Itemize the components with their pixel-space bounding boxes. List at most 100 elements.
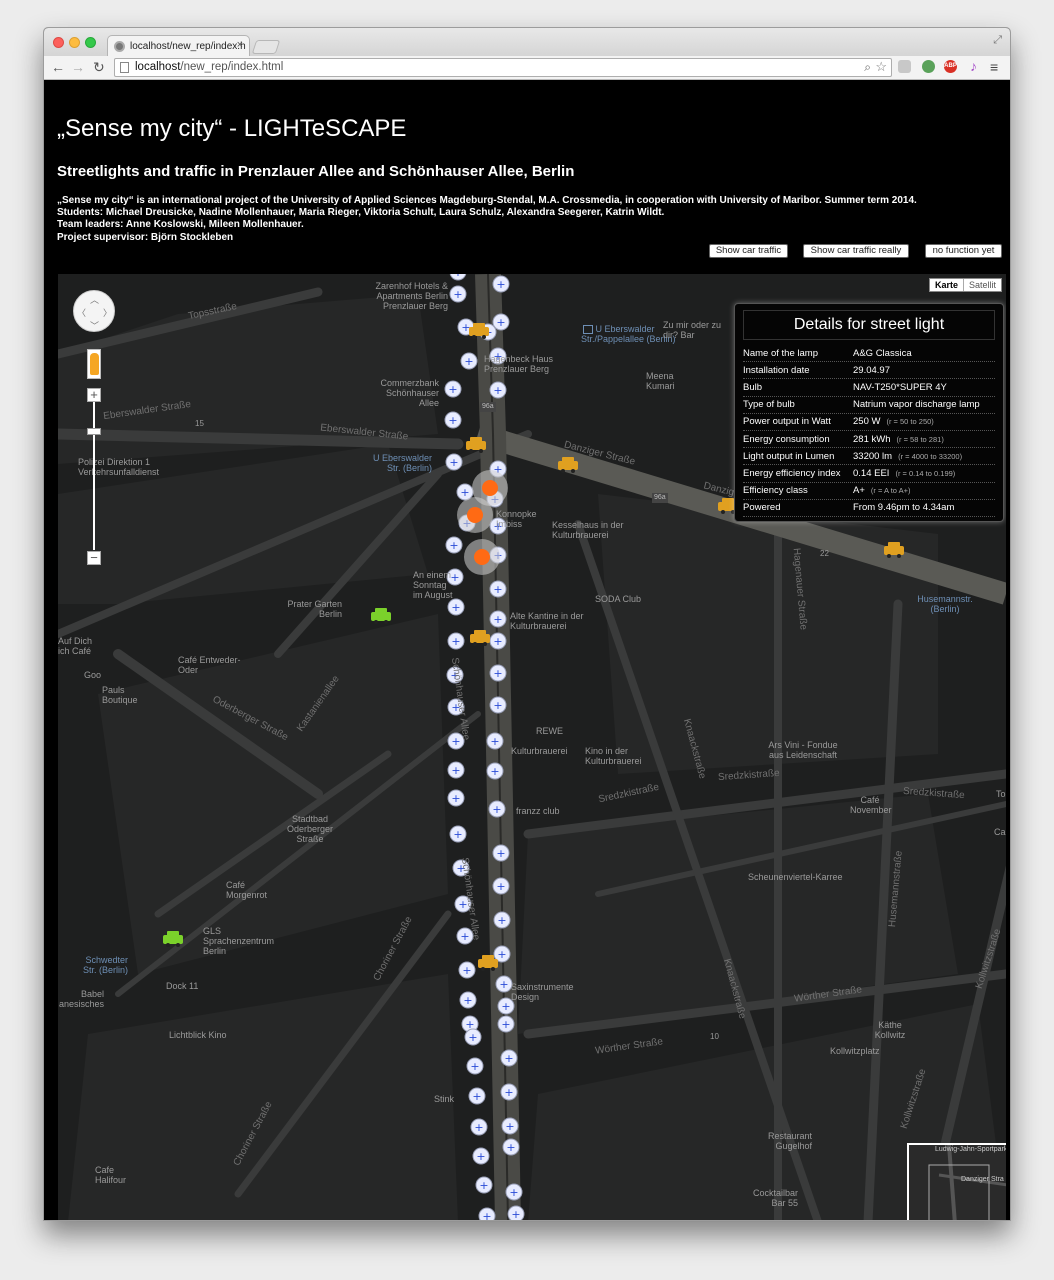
browser-tab[interactable]: localhost/new_rep/index.h ×	[107, 35, 250, 56]
active-lamp[interactable]	[467, 507, 483, 523]
car-body	[558, 461, 578, 470]
lamp-plus-icon: +	[511, 1208, 520, 1221]
map-type-satellite-button[interactable]: Satellit	[964, 279, 1001, 291]
poi-label: franzz club	[516, 806, 560, 816]
car-wheel	[491, 967, 495, 971]
details-range: (r = 0.14 to 0.199)	[895, 468, 956, 478]
route-shield: 96a	[652, 493, 668, 503]
page-icon	[120, 62, 129, 73]
lamp-plus-icon: +	[497, 948, 506, 961]
close-window-icon[interactable]	[53, 37, 64, 48]
active-lamp[interactable]	[474, 549, 490, 565]
bookmark-star-icon[interactable]: ☆	[875, 59, 887, 75]
lamp-plus-icon: +	[479, 1179, 488, 1192]
poi-label: Polizei Direktion 1 Verkehrsunfalldienst	[78, 457, 160, 477]
details-row: Bulb NAV-T250*SUPER 4Y	[743, 379, 995, 397]
details-value: 29.04.97	[853, 364, 890, 376]
car-body	[371, 612, 391, 621]
details-key: Energy consumption	[743, 433, 830, 445]
no-function-button[interactable]: no function yet	[925, 244, 1002, 258]
car-wheel	[374, 620, 378, 624]
details-row: Name of the lamp A&G Classica	[743, 345, 995, 363]
music-note-icon[interactable]: ♪	[967, 59, 980, 73]
poi-label: Stadtbad Oderberger Straße	[286, 814, 334, 844]
details-value: Natrium vapor discharge lamp	[853, 399, 980, 411]
lamp-plus-icon: +	[496, 316, 505, 329]
details-row: Powered From 9.46pm to 4.34am	[743, 500, 995, 517]
maximize-window-icon[interactable]	[85, 37, 96, 48]
menu-icon[interactable]: ≡	[990, 59, 998, 75]
zoom-magnifier-icon[interactable]: ⌕	[864, 60, 871, 75]
extension-icon[interactable]	[898, 60, 911, 73]
details-title: Details for street light	[743, 310, 995, 340]
car-icon[interactable]	[371, 608, 391, 624]
zoom-slider-handle[interactable]	[87, 428, 101, 435]
minimize-window-icon[interactable]	[69, 37, 80, 48]
poi-label: Scheunenviertel-Karree	[748, 872, 843, 882]
details-key: Efficiency class	[743, 485, 808, 497]
address-bar[interactable]: localhost/new_rep/index.html ⌕ ☆	[114, 58, 892, 77]
details-key: Type of bulb	[743, 399, 795, 411]
poi-label: Stink	[434, 1094, 455, 1104]
intro-line: Project supervisor: Björn Stockleben	[57, 231, 234, 243]
poi-label: Auf Dich ich Café	[58, 636, 93, 656]
house-number: 10	[710, 1032, 719, 1041]
show-car-traffic-button[interactable]: Show car traffic	[709, 244, 788, 258]
route-shield: 96a	[480, 402, 496, 412]
transit-label-text: U Eberswalder Str./Pappelallee (Berlin)	[581, 324, 676, 345]
car-wheel	[472, 335, 476, 339]
details-table: Name of the lamp A&G Classica Installation…	[743, 345, 995, 517]
poi-label: Kulturbrauerei	[511, 746, 568, 756]
street-view-pegman-icon[interactable]	[87, 349, 101, 379]
poi-label: Commerzbank Schönhauser Allee	[380, 378, 439, 408]
new-tab-button[interactable]	[251, 40, 281, 54]
pan-right-icon[interactable]: 〉	[103, 306, 112, 319]
pan-down-icon[interactable]: ﹀	[90, 319, 99, 332]
adblock-icon[interactable]: ABP	[944, 60, 957, 73]
extension-green-icon[interactable]	[922, 60, 935, 73]
zoom-out-button[interactable]: −	[87, 551, 101, 565]
poi-label: Alte Kantine in der Kulturbrauerei	[510, 611, 584, 631]
tab-favicon-icon	[114, 41, 125, 52]
poi-label: Babel anesisches	[58, 989, 104, 1009]
zoom-slider-track[interactable]	[93, 402, 95, 550]
lamp-plus-icon: +	[453, 274, 462, 279]
intro-line: Students: Michael Dreusicke, Nadine Moll…	[57, 207, 665, 219]
map[interactable]: + + + + + + + + + + + + + + + + + + + + + + + + + + + + + + + + + + + + + + + +…	[58, 274, 1006, 1221]
lamp-plus-icon: +	[460, 930, 469, 943]
lamp-plus-icon: +	[448, 414, 457, 427]
show-car-traffic-really-button[interactable]: Show car traffic really	[803, 244, 909, 258]
poi-label: Saxinstrumente Design	[511, 982, 574, 1002]
poi-label: Zu mir oder zu dir? Bar	[663, 320, 722, 340]
overview-map[interactable]: Ludwig-Jahn-Sportpark Danziger Stra	[907, 1143, 1006, 1220]
fullscreen-icon[interactable]: ⤢	[993, 34, 1002, 47]
car-body	[884, 546, 904, 555]
map-type-karte-button[interactable]: Karte	[930, 279, 964, 291]
lamp-plus-icon: +	[449, 456, 458, 469]
details-value: 281 kWh	[853, 433, 891, 445]
pan-up-icon[interactable]: ︿	[90, 293, 99, 306]
tab-close-icon[interactable]: ×	[237, 39, 243, 51]
transit-label: Husemannstr. (Berlin)	[917, 594, 973, 614]
lamp-plus-icon: +	[482, 1210, 491, 1221]
poi-label: Pauls Boutique	[102, 685, 138, 705]
page-title: „Sense my city“ - LIGHTeSCAPE	[57, 115, 407, 142]
lamp-plus-icon: +	[472, 1090, 481, 1103]
tab-title: localhost/new_rep/index.h	[130, 41, 246, 52]
details-range: (r = 50 to 250)	[886, 417, 934, 427]
reload-icon[interactable]: ↻	[93, 59, 105, 76]
pan-left-icon[interactable]: 〈	[77, 306, 86, 319]
forward-arrow-icon[interactable]: →	[71, 59, 85, 75]
poi-label-text: Zarenhof Hotels & Apartments Berlin Pren…	[375, 281, 448, 311]
details-value: 33200 lm	[853, 450, 893, 462]
poi-label: Meena Kumari	[646, 371, 675, 391]
lamp-plus-icon: +	[493, 635, 502, 648]
back-arrow-icon[interactable]: ←	[51, 59, 65, 75]
zoom-in-button[interactable]: +	[87, 388, 101, 402]
details-value: 0.14 EEI	[853, 467, 890, 479]
details-key: Bulb	[743, 381, 763, 393]
active-lamp[interactable]	[482, 480, 498, 496]
car-wheel	[482, 335, 486, 339]
pan-control[interactable]: ︿ ﹀ 〈 〉	[73, 290, 115, 332]
lamp-plus-icon: +	[493, 384, 502, 397]
